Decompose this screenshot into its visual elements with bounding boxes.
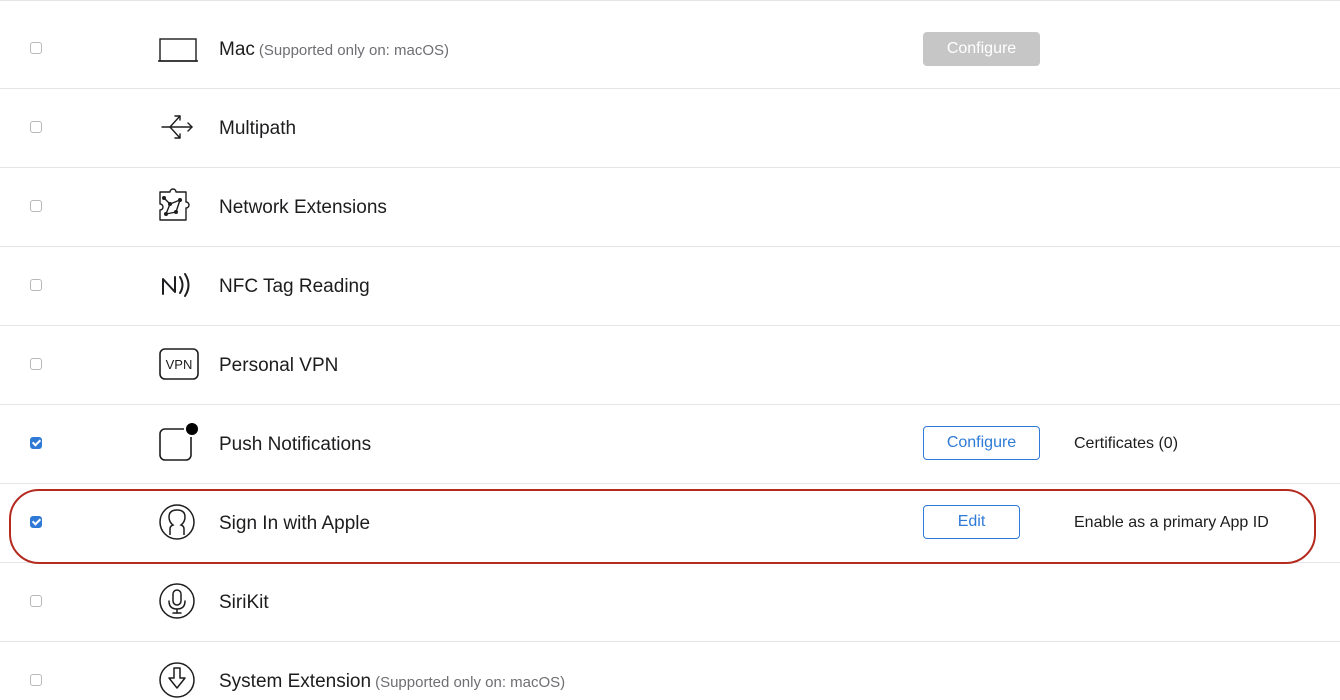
microphone-icon: [156, 581, 202, 621]
system-extension-icon: [156, 660, 202, 700]
capability-row-system-extension: System Extension (Supported only on: macO…: [0, 642, 1340, 700]
capability-name: Push Notifications: [219, 434, 372, 455]
capability-name: System Extension (Supported only on: macO…: [219, 671, 566, 692]
vpn-icon-text: VPN: [166, 357, 193, 372]
checkbox-nfc[interactable]: [30, 279, 42, 291]
configure-button-push-notifications[interactable]: Configure: [923, 426, 1040, 460]
mac-icon: [156, 28, 202, 68]
capability-name: Mac (Supported only on: macOS): [219, 39, 449, 60]
multipath-icon: [156, 107, 202, 147]
capability-row-network-extensions: Network Extensions: [0, 168, 1340, 247]
capability-name: Sign In with Apple: [219, 513, 371, 534]
capability-name: Multipath: [219, 118, 297, 139]
network-extensions-icon: [156, 186, 202, 226]
vpn-icon: VPN: [156, 344, 202, 384]
capability-note: (Supported only on: macOS): [258, 42, 449, 59]
checkbox-push-notifications[interactable]: [30, 437, 42, 449]
capability-row-personal-vpn: VPN Personal VPN: [0, 326, 1340, 405]
checkbox-system-extension[interactable]: [30, 674, 42, 686]
nfc-icon: [156, 265, 202, 305]
sign-in-with-apple-icon: [156, 502, 202, 542]
primary-app-id-text: Enable as a primary App ID: [1074, 514, 1269, 531]
checkbox-multipath[interactable]: [30, 121, 42, 133]
configure-button-mac[interactable]: Configure: [923, 32, 1040, 66]
capability-row-nfc: NFC Tag Reading: [0, 247, 1340, 326]
capability-row-push-notifications: Push Notifications Configure Certificate…: [0, 405, 1340, 484]
capability-row-multipath: Multipath: [0, 89, 1340, 168]
checkbox-personal-vpn[interactable]: [30, 358, 42, 370]
checkbox-mac[interactable]: [30, 42, 42, 54]
capability-name: Personal VPN: [219, 355, 339, 376]
capability-row-sign-in-with-apple: Sign In with Apple Edit Enable as a prim…: [0, 484, 1340, 563]
capability-row-sirikit: SiriKit: [0, 563, 1340, 642]
capability-row-mac: Mac (Supported only on: macOS) Configure: [0, 10, 1340, 89]
capability-name: SiriKit: [219, 592, 269, 613]
capabilities-list: Mac (Supported only on: macOS) Configure …: [0, 0, 1340, 700]
push-notifications-icon: [156, 423, 202, 463]
certificates-count: Certificates (0): [1074, 435, 1179, 452]
checkbox-sirikit[interactable]: [30, 595, 42, 607]
capability-note: (Supported only on: macOS): [375, 674, 566, 691]
edit-button-sign-in-with-apple[interactable]: Edit: [923, 505, 1020, 539]
capability-name: Network Extensions: [219, 197, 387, 218]
checkbox-network-extensions[interactable]: [30, 200, 42, 212]
checkbox-sign-in-with-apple[interactable]: [30, 516, 42, 528]
capability-name: NFC Tag Reading: [219, 276, 370, 297]
